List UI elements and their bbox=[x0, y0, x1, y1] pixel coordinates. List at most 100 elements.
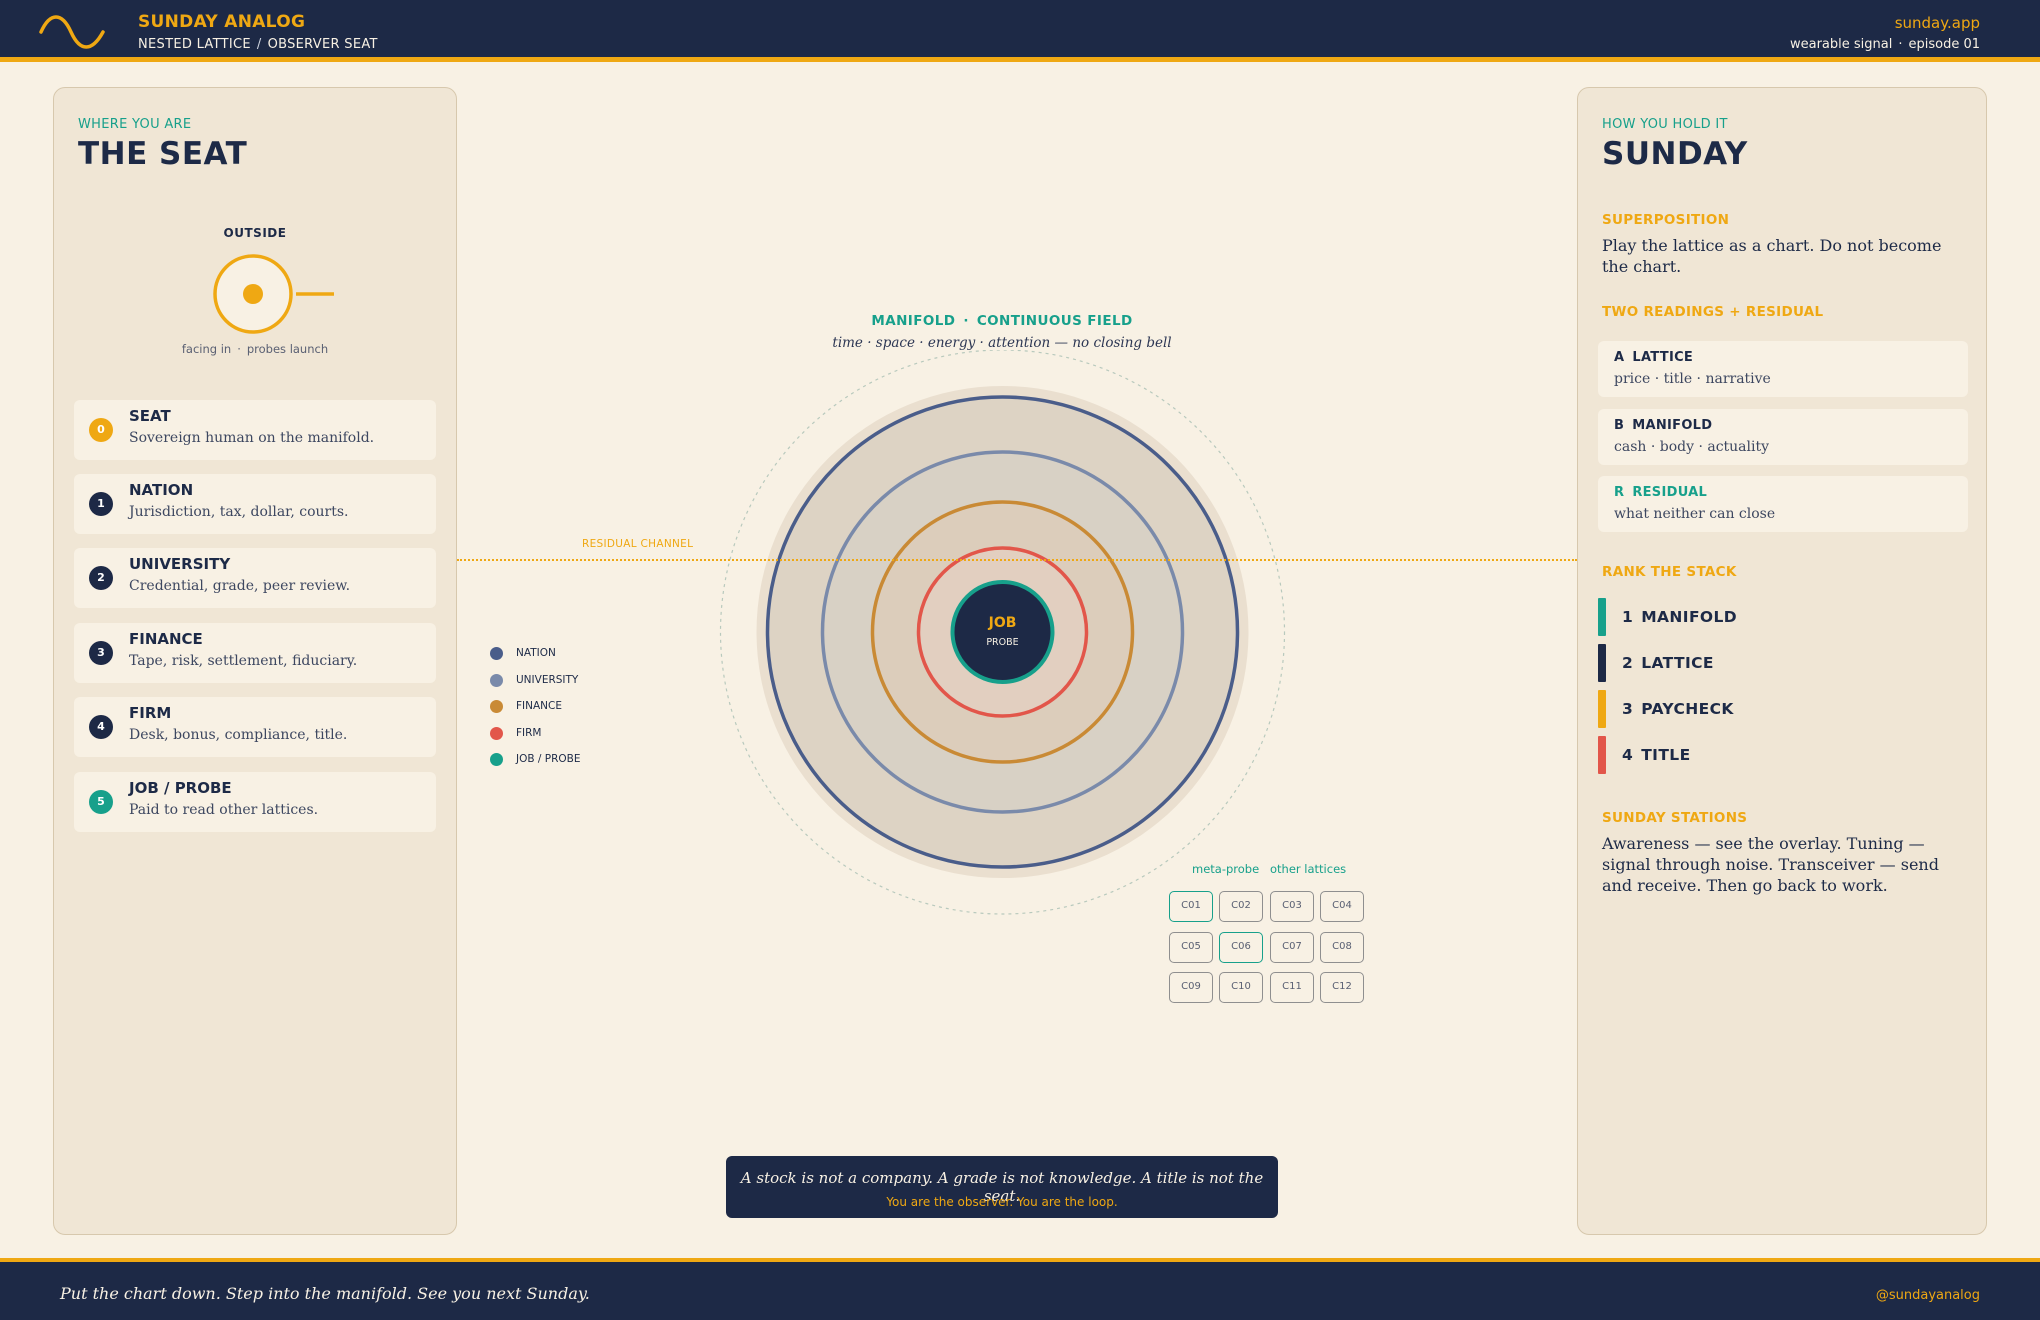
stations-heading: SUNDAY STATIONS bbox=[1602, 810, 1748, 826]
core-subtitle: PROBE bbox=[986, 637, 1018, 648]
layer-name: SEAT bbox=[129, 407, 171, 425]
superposition-heading: SUPERPOSITION bbox=[1602, 212, 1730, 228]
episode-meta: wearable signal · episode 01 bbox=[1790, 37, 1980, 52]
sunday-title: SUNDAY bbox=[1602, 136, 1748, 172]
layer-card-seat[interactable]: 0 SEAT Sovereign human on the manifold. bbox=[74, 400, 436, 460]
layer-name: NATION bbox=[129, 481, 194, 499]
layer-desc: Desk, bonus, compliance, title. bbox=[129, 727, 348, 743]
lattice-cell-c01[interactable]: C01 bbox=[1169, 891, 1213, 922]
layer-desc: Jurisdiction, tax, dollar, courts. bbox=[129, 504, 349, 520]
reading-key: B MANIFOLD bbox=[1614, 418, 1712, 433]
lattice-cell-c12[interactable]: C12 bbox=[1320, 972, 1364, 1003]
rank-bar bbox=[1598, 598, 1606, 636]
legend-label: NATION bbox=[516, 647, 556, 659]
layer-desc: Credential, grade, peer review. bbox=[129, 578, 351, 594]
observer-seat-icon bbox=[213, 254, 334, 334]
rank-heading: RANK THE STACK bbox=[1602, 564, 1737, 580]
reading-letter: R bbox=[1614, 485, 1625, 500]
lattice-cell-c11[interactable]: C11 bbox=[1270, 972, 1314, 1003]
layer-desc: Tape, risk, settlement, fiduciary. bbox=[129, 653, 358, 669]
reading-name: RESIDUAL bbox=[1632, 485, 1708, 500]
legend-swatch bbox=[490, 753, 503, 766]
layer-card-nation[interactable]: 1 NATION Jurisdiction, tax, dollar, cour… bbox=[74, 474, 436, 534]
layer-number-badge: 2 bbox=[89, 566, 113, 590]
residual-channel-line bbox=[457, 559, 1577, 561]
lattice-cell-c04[interactable]: C04 bbox=[1320, 891, 1364, 922]
continuous-field-label: CONTINUOUS FIELD bbox=[976, 313, 1133, 329]
rank-number: 4 bbox=[1622, 746, 1634, 764]
caption-probes: probes launch bbox=[246, 342, 329, 356]
lattice-cell-c10[interactable]: C10 bbox=[1219, 972, 1263, 1003]
legend-label: FINANCE bbox=[516, 700, 562, 712]
rank-item-lattice[interactable]: 2 LATTICE bbox=[1598, 644, 1968, 682]
nested-lattice-rings: JOB PROBE bbox=[719, 350, 1286, 915]
rank-bar bbox=[1598, 736, 1606, 774]
rank-text: LATTICE bbox=[1641, 654, 1714, 672]
lattice-cell-c03[interactable]: C03 bbox=[1270, 891, 1314, 922]
rank-item-paycheck[interactable]: 3 PAYCHECK bbox=[1598, 690, 1968, 728]
rank-label: 1 MANIFOLD bbox=[1622, 608, 1737, 626]
manifold-subtitle: time · space · energy · attention — no c… bbox=[832, 335, 1172, 351]
lattice-cell-c02[interactable]: C02 bbox=[1219, 891, 1263, 922]
lattice-cell-c07[interactable]: C07 bbox=[1270, 932, 1314, 963]
rank-number: 2 bbox=[1622, 654, 1634, 672]
legend-swatch bbox=[490, 726, 503, 740]
meta-signal: wearable signal bbox=[1789, 37, 1893, 52]
lattice-cell-c09[interactable]: C09 bbox=[1169, 972, 1213, 1003]
rank-bar bbox=[1598, 644, 1606, 682]
rank-number: 1 bbox=[1622, 608, 1634, 626]
breadcrumb-separator: / bbox=[256, 37, 262, 52]
legend-swatch bbox=[490, 647, 503, 660]
reading-card-lattice[interactable]: A LATTICE price · title · narrative bbox=[1598, 341, 1968, 397]
reading-letter: B bbox=[1614, 418, 1625, 433]
meta-dot: · bbox=[1898, 37, 1903, 52]
rank-text: TITLE bbox=[1641, 746, 1691, 764]
brand-name: SUNDAY ANALOG bbox=[138, 12, 306, 32]
rank-item-title[interactable]: 4 TITLE bbox=[1598, 736, 1968, 774]
reading-card-residual[interactable]: R RESIDUAL what neither can close bbox=[1598, 476, 1968, 532]
residual-channel-label: RESIDUAL CHANNEL bbox=[582, 538, 694, 550]
seat-caption: facing in · probes launch bbox=[54, 342, 456, 356]
layer-name: UNIVERSITY bbox=[129, 555, 231, 573]
reading-card-manifold[interactable]: B MANIFOLD cash · body · actuality bbox=[1598, 409, 1968, 465]
core-title: JOB bbox=[988, 615, 1017, 631]
breadcrumb: NESTED LATTICE / OBSERVER SEAT bbox=[138, 37, 378, 52]
caption-dot: · bbox=[237, 342, 241, 356]
layer-number-badge: 0 bbox=[89, 418, 113, 442]
layer-card-job-probe[interactable]: 5 JOB / PROBE Paid to read other lattice… bbox=[74, 772, 436, 832]
meta-probe-header: meta-probe bbox=[1192, 862, 1260, 876]
layer-number-badge: 3 bbox=[89, 641, 113, 665]
rank-number: 3 bbox=[1622, 700, 1634, 718]
breadcrumb-item-lattice[interactable]: NESTED LATTICE bbox=[138, 37, 251, 52]
layer-card-university[interactable]: 2 UNIVERSITY Credential, grade, peer rev… bbox=[74, 548, 436, 608]
layer-name: FINANCE bbox=[129, 630, 203, 648]
meta-episode: episode 01 bbox=[1908, 37, 1980, 52]
rank-label: 2 LATTICE bbox=[1622, 654, 1714, 672]
lattice-cell-c08[interactable]: C08 bbox=[1320, 932, 1364, 963]
manifold-dot: · bbox=[963, 313, 969, 329]
legend-swatch bbox=[490, 673, 503, 687]
rank-text: MANIFOLD bbox=[1641, 608, 1738, 626]
rank-item-manifold[interactable]: 1 MANIFOLD bbox=[1598, 598, 1968, 636]
reading-desc: price · title · narrative bbox=[1614, 371, 1771, 387]
reading-key: A LATTICE bbox=[1614, 350, 1693, 365]
wave-logo-icon bbox=[39, 15, 105, 49]
caption-facing: facing in bbox=[181, 342, 232, 356]
layer-card-finance[interactable]: 3 FINANCE Tape, risk, settlement, fiduci… bbox=[74, 623, 436, 683]
readings-heading: TWO READINGS + RESIDUAL bbox=[1602, 304, 1824, 320]
legend-label: FIRM bbox=[516, 726, 542, 739]
layer-name: JOB / PROBE bbox=[129, 779, 232, 797]
lattice-cell-c05[interactable]: C05 bbox=[1169, 932, 1213, 963]
rank-label: 3 PAYCHECK bbox=[1622, 700, 1734, 718]
layer-desc: Sovereign human on the manifold. bbox=[129, 430, 375, 446]
top-bar: SUNDAY ANALOG NESTED LATTICE / OBSERVER SE… bbox=[0, 0, 2040, 62]
breadcrumb-item-seat[interactable]: OBSERVER SEAT bbox=[268, 37, 378, 52]
site-link[interactable]: sunday.app bbox=[1895, 14, 1980, 32]
social-handle-link[interactable]: @sundayanalog bbox=[1876, 1288, 1980, 1303]
layer-card-firm[interactable]: 4 FIRM Desk, bonus, compliance, title. bbox=[74, 697, 436, 757]
outside-label: OUTSIDE bbox=[223, 226, 287, 240]
layer-desc: Paid to read other lattices. bbox=[129, 802, 319, 818]
reading-name: LATTICE bbox=[1632, 350, 1694, 365]
sunday-panel: HOW YOU HOLD IT SUNDAY SUPERPOSITION Pla… bbox=[1577, 87, 1987, 1235]
lattice-cell-c06[interactable]: C06 bbox=[1219, 932, 1263, 963]
